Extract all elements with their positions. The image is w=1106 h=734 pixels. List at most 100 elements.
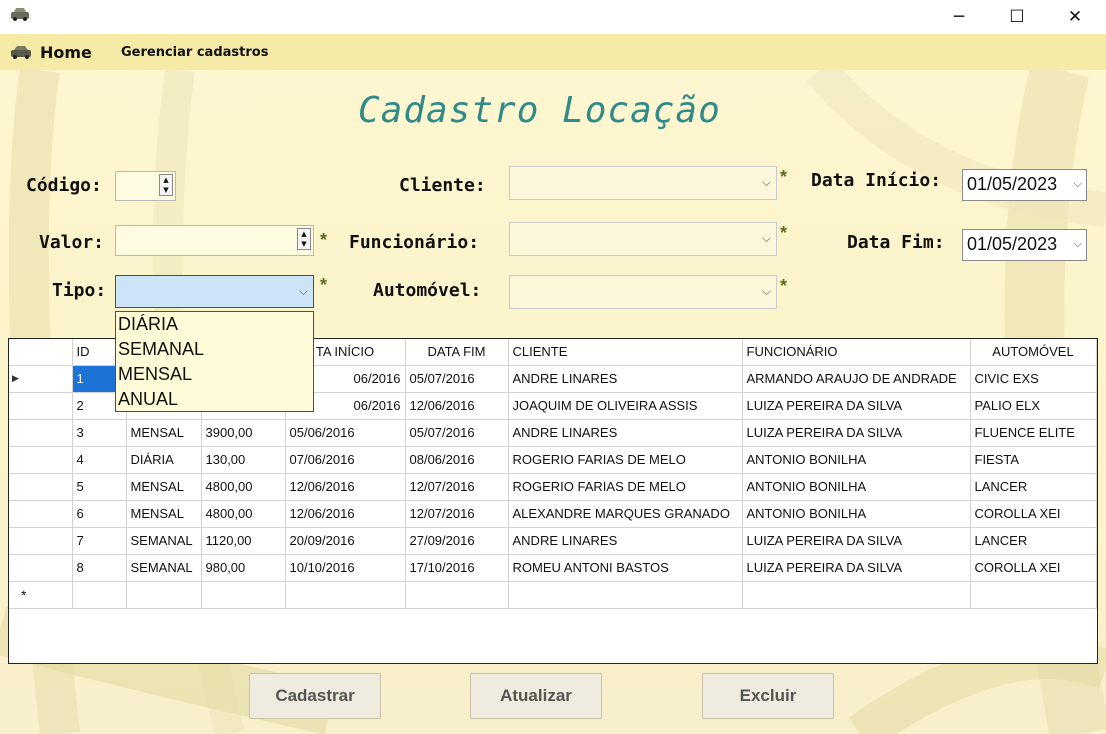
table-cell-data-fim[interactable]: 12/06/2016 (405, 392, 509, 420)
row-header[interactable]: ▶ (9, 365, 73, 393)
table-cell-cliente[interactable]: ANDRE LINARES (508, 365, 743, 393)
table-row[interactable]: 5 MENSAL 4800,00 12/06/2016 12/07/2016 ROGERI… (9, 473, 1097, 501)
table-cell-funcionario[interactable]: LUIZA PEREIRA DA SILVA (742, 554, 971, 582)
table-cell-id[interactable]: 8 (72, 554, 127, 582)
table-row[interactable]: 8 SEMANAL 980,00 10/10/2016 17/10/2016 ROMEU … (9, 554, 1097, 582)
data-fim-picker[interactable]: 01/05/2023 ⌵ (962, 229, 1087, 261)
tipo-option-mensal[interactable]: MENSAL (116, 362, 313, 387)
table-cell-data-fim[interactable]: 12/07/2016 (405, 473, 509, 501)
tipo-dropdown-list[interactable]: DIÁRIA SEMANAL MENSAL ANUAL (115, 311, 314, 412)
new-row-cell[interactable] (405, 581, 509, 609)
chevron-down-icon[interactable]: ⌵ (1074, 237, 1082, 251)
column-header-funcionario[interactable]: FUNCIONÁRIO (742, 339, 971, 366)
table-cell-data-fim[interactable]: 17/10/2016 (405, 554, 509, 582)
table-cell-data-inicio[interactable]: 10/10/2016 (285, 554, 406, 582)
cliente-select[interactable]: ⌵ (509, 166, 777, 200)
column-header-data-fim[interactable]: DATA FIM (405, 339, 509, 366)
new-row-cell[interactable] (126, 581, 202, 609)
tipo-select[interactable]: ⌵ (115, 275, 314, 308)
table-cell-funcionario[interactable]: ANTONIO BONILHA (742, 473, 971, 501)
table-cell-valor[interactable]: 1120,00 (201, 527, 286, 555)
maximize-button[interactable]: ☐ (994, 0, 1040, 34)
table-cell-funcionario[interactable]: LUIZA PEREIRA DA SILVA (742, 419, 971, 447)
table-cell-tipo[interactable]: DIÁRIA (126, 446, 202, 474)
table-cell-automovel[interactable]: PALIO ELX (970, 392, 1097, 420)
table-cell-cliente[interactable]: ANDRE LINARES (508, 527, 743, 555)
menu-manage-records[interactable]: Gerenciar cadastros (121, 45, 268, 60)
row-header[interactable] (9, 473, 73, 501)
row-header[interactable] (9, 554, 73, 582)
row-header[interactable] (9, 392, 73, 420)
atualizar-button[interactable]: Atualizar (470, 673, 602, 719)
table-cell-tipo[interactable]: SEMANAL (126, 554, 202, 582)
table-cell-funcionario[interactable]: LUIZA PEREIRA DA SILVA (742, 527, 971, 555)
table-cell-funcionario[interactable]: ANTONIO BONILHA (742, 500, 971, 528)
valor-field[interactable]: ▲ ▼ (115, 225, 314, 256)
table-cell-data-inicio[interactable]: 12/06/2016 (285, 500, 406, 528)
row-header[interactable] (9, 419, 73, 447)
table-row[interactable]: 6 MENSAL 4800,00 12/06/2016 12/07/2016 ALEXAN… (9, 500, 1097, 528)
row-header[interactable] (9, 446, 73, 474)
cadastrar-button[interactable]: Cadastrar (249, 673, 381, 719)
table-cell-data-fim[interactable]: 05/07/2016 (405, 419, 509, 447)
funcionario-select[interactable]: ⌵ (509, 222, 777, 256)
column-header-automovel[interactable]: AUTOMÓVEL (970, 339, 1097, 366)
table-cell-data-fim[interactable]: 12/07/2016 (405, 500, 509, 528)
minimize-button[interactable]: ─ (936, 0, 982, 34)
new-row-cell[interactable] (72, 581, 127, 609)
new-row-cell[interactable] (742, 581, 971, 609)
table-row[interactable]: 4 DIÁRIA 130,00 07/06/2016 08/06/2016 ROGERIO… (9, 446, 1097, 474)
table-cell-automovel[interactable]: LANCER (970, 473, 1097, 501)
row-header[interactable] (9, 527, 73, 555)
table-cell-data-inicio[interactable]: 05/06/2016 (285, 419, 406, 447)
spin-up-icon[interactable]: ▲ (298, 229, 310, 239)
table-cell-data-inicio[interactable]: 12/06/2016 (285, 473, 406, 501)
tipo-option-diaria[interactable]: DIÁRIA (116, 312, 313, 337)
table-row[interactable]: 7 SEMANAL 1120,00 20/09/2016 27/09/2016 ANDRE… (9, 527, 1097, 555)
tipo-option-anual[interactable]: ANUAL (116, 387, 313, 412)
table-cell-tipo[interactable]: SEMANAL (126, 527, 202, 555)
table-cell-id[interactable]: 6 (72, 500, 127, 528)
data-inicio-picker[interactable]: 01/05/2023 ⌵ (962, 169, 1087, 201)
table-cell-data-fim[interactable]: 05/07/2016 (405, 365, 509, 393)
table-cell-funcionario[interactable]: ANTONIO BONILHA (742, 446, 971, 474)
new-row[interactable]: * (9, 581, 1097, 609)
new-row-cell[interactable] (285, 581, 406, 609)
table-cell-valor[interactable]: 130,00 (201, 446, 286, 474)
table-cell-cliente[interactable]: JOAQUIM DE OLIVEIRA ASSIS (508, 392, 743, 420)
spin-down-icon[interactable]: ▼ (160, 185, 172, 195)
codigo-field[interactable]: ▲ ▼ (115, 171, 176, 201)
column-header-cliente[interactable]: CLIENTE (508, 339, 743, 366)
table-cell-automovel[interactable]: LANCER (970, 527, 1097, 555)
row-header[interactable] (9, 500, 73, 528)
table-cell-tipo[interactable]: MENSAL (126, 500, 202, 528)
table-cell-automovel[interactable]: FLUENCE ELITE (970, 419, 1097, 447)
table-cell-valor[interactable]: 4800,00 (201, 473, 286, 501)
spin-up-icon[interactable]: ▲ (160, 175, 172, 185)
table-cell-data-inicio[interactable]: 20/09/2016 (285, 527, 406, 555)
table-cell-data-inicio[interactable]: 07/06/2016 (285, 446, 406, 474)
table-cell-id[interactable]: 7 (72, 527, 127, 555)
table-cell-data-fim[interactable]: 27/09/2016 (405, 527, 509, 555)
automovel-select[interactable]: ⌵ (509, 275, 777, 309)
chevron-down-icon[interactable]: ⌵ (1074, 177, 1082, 191)
table-cell-cliente[interactable]: ANDRE LINARES (508, 419, 743, 447)
table-cell-valor[interactable]: 4800,00 (201, 500, 286, 528)
table-cell-cliente[interactable]: ALEXANDRE MARQUES GRANADO (508, 500, 743, 528)
excluir-button[interactable]: Excluir (702, 673, 834, 719)
table-cell-funcionario[interactable]: LUIZA PEREIRA DA SILVA (742, 392, 971, 420)
table-cell-id[interactable]: 4 (72, 446, 127, 474)
close-button[interactable]: ✕ (1052, 0, 1098, 34)
table-cell-valor[interactable]: 980,00 (201, 554, 286, 582)
table-cell-data-fim[interactable]: 08/06/2016 (405, 446, 509, 474)
new-row-cell[interactable] (508, 581, 743, 609)
table-cell-tipo[interactable]: MENSAL (126, 473, 202, 501)
new-row-cell[interactable] (970, 581, 1097, 609)
table-cell-cliente[interactable]: ROGERIO FARIAS DE MELO (508, 446, 743, 474)
menu-home[interactable]: Home (40, 43, 92, 62)
spin-down-icon[interactable]: ▼ (298, 239, 310, 249)
table-row[interactable]: 3 MENSAL 3900,00 05/06/2016 05/07/2016 ANDRE … (9, 419, 1097, 447)
table-cell-automovel[interactable]: FIESTA (970, 446, 1097, 474)
valor-stepper[interactable]: ▲ ▼ (297, 228, 311, 250)
table-cell-cliente[interactable]: ROMEU ANTONI BASTOS (508, 554, 743, 582)
